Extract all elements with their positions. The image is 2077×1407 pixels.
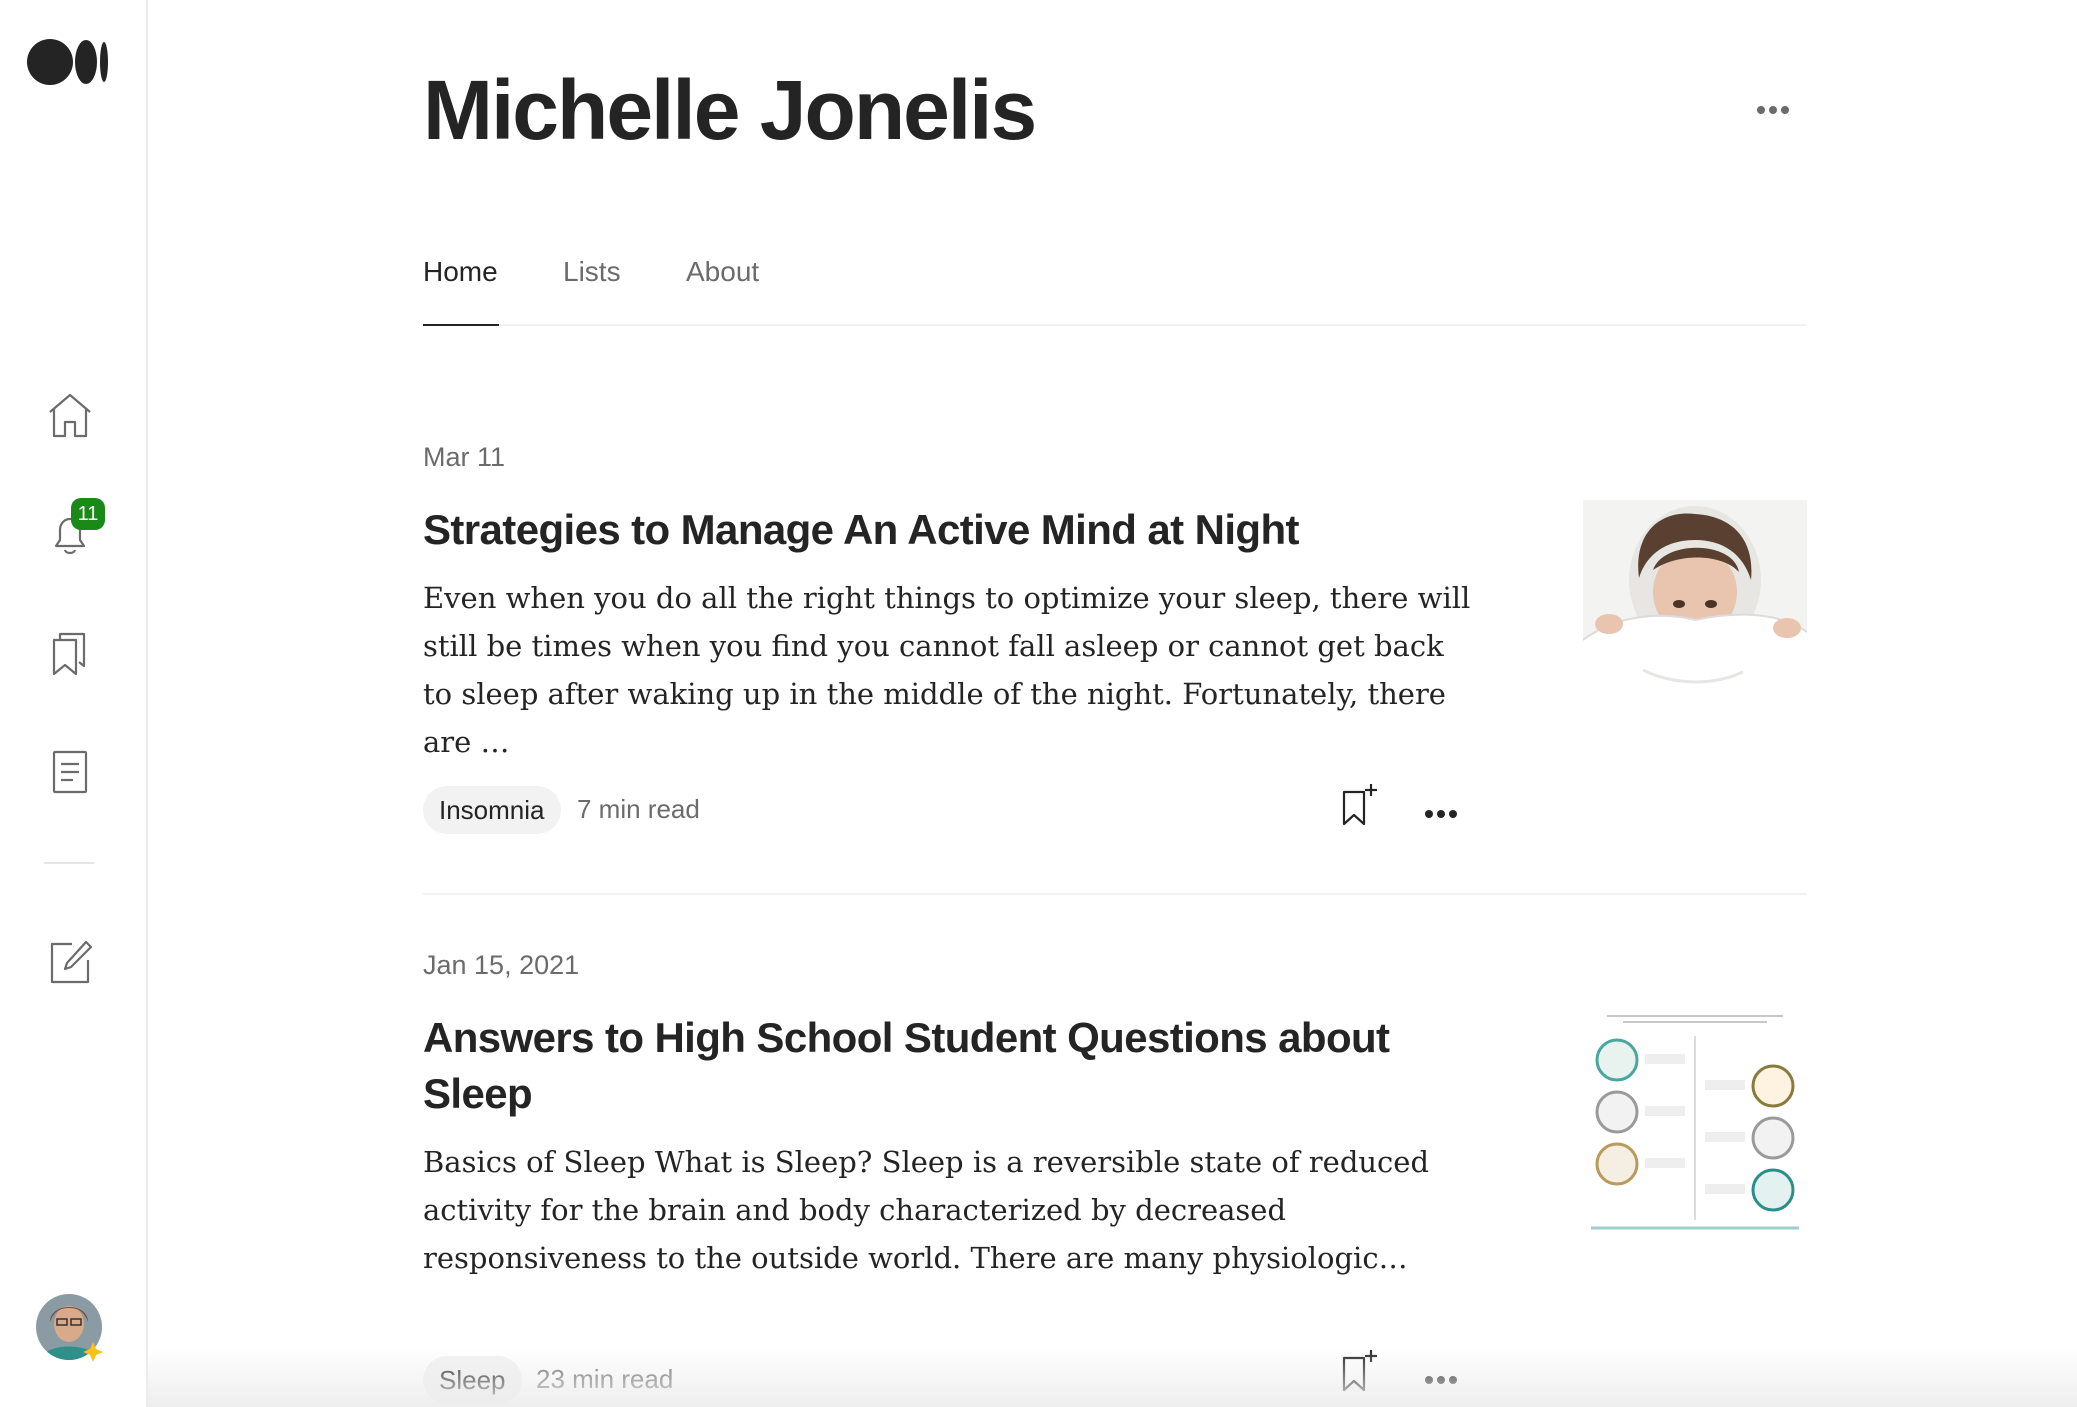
sidebar-divider [44, 862, 94, 864]
topic-tag[interactable]: Sleep [423, 1356, 522, 1404]
article-thumbnail-woman-under-blanket[interactable] [1583, 500, 1807, 724]
read-time: 23 min read [536, 1364, 674, 1394]
tab-lists[interactable]: Lists [563, 256, 621, 288]
profile-tabs: Home Lists About [423, 250, 1807, 326]
stories-icon[interactable] [44, 746, 96, 798]
article-date: Mar 11 [423, 442, 506, 472]
save-bookmark-icon[interactable] [1340, 1348, 1380, 1392]
article-thumbnail-sleep-infographic[interactable] [1583, 1008, 1807, 1232]
article-excerpt: Even when you do all the right things to… [423, 581, 1471, 759]
tab-about[interactable]: About [686, 256, 759, 288]
article-more-options-icon[interactable] [1421, 1370, 1461, 1390]
home-icon[interactable] [44, 390, 96, 442]
medium-logo[interactable] [26, 38, 110, 91]
write-icon[interactable] [44, 936, 96, 988]
save-bookmark-icon[interactable] [1340, 782, 1380, 826]
article-date: Jan 15, 2021 [423, 950, 580, 980]
topic-tag[interactable]: Insomnia [423, 786, 561, 834]
profile-more-options-icon[interactable] [1756, 102, 1790, 120]
article-more-options-icon[interactable] [1421, 804, 1461, 824]
article-excerpt: Basics of Sleep What is Sleep? Sleep is … [423, 1145, 1430, 1275]
read-time: 7 min read [577, 794, 700, 824]
profile-name: Michelle Jonelis [423, 63, 1037, 157]
article-title[interactable]: Answers to High School Student Questions… [423, 1010, 1463, 1122]
bookmarks-icon[interactable] [44, 628, 96, 680]
active-tab-indicator [423, 324, 499, 326]
tab-home[interactable]: Home [423, 256, 498, 288]
article-separator [423, 893, 1807, 895]
notification-count-badge: 11 [71, 498, 105, 530]
article-title[interactable]: Strategies to Manage An Active Mind at N… [423, 502, 1463, 558]
user-avatar[interactable] [36, 1294, 103, 1362]
left-sidebar: 11 [0, 0, 148, 1407]
